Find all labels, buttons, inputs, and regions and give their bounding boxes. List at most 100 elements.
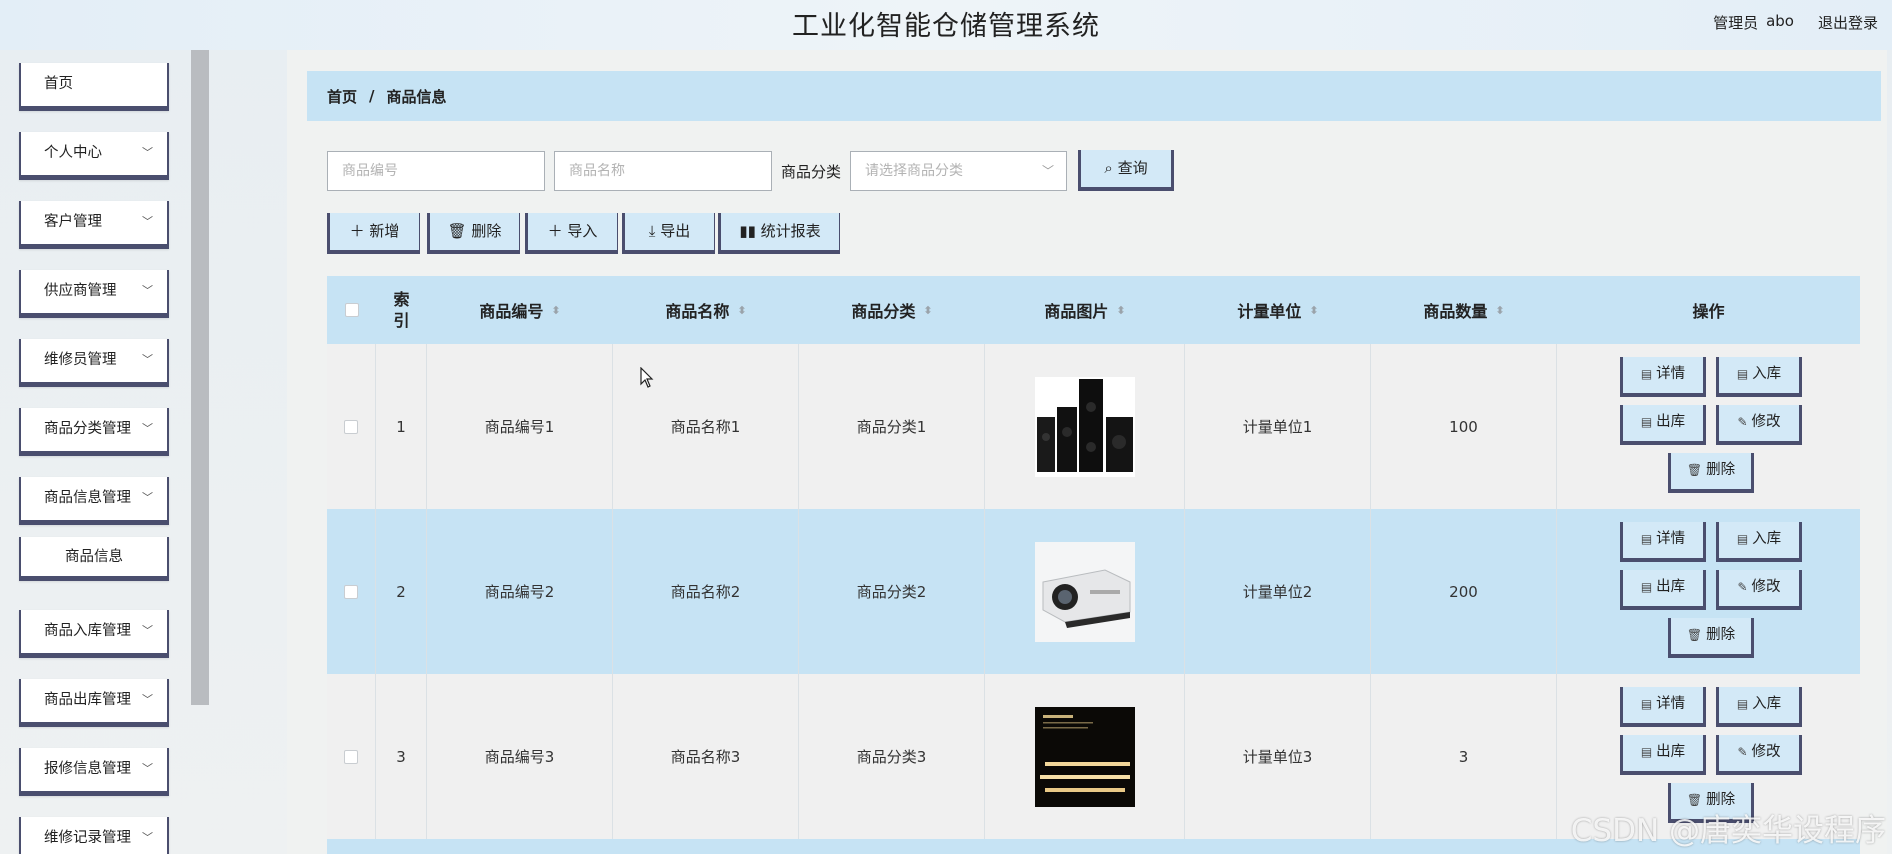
category-select[interactable]: 请选择商品分类 ﹀ bbox=[850, 151, 1067, 191]
chevron-down-icon: ﹀ bbox=[142, 693, 153, 706]
edit-button[interactable]: ✎ 修改 bbox=[1716, 405, 1802, 445]
row-select-cell bbox=[327, 674, 376, 839]
export-label: 导出 bbox=[660, 222, 691, 240]
sidebar-item-stock-in[interactable]: 商品入库管理 ﹀ bbox=[19, 610, 169, 658]
download-icon: ⤓ bbox=[648, 222, 661, 240]
delete-button[interactable]: 🗑 删除 bbox=[1668, 618, 1754, 658]
edit-label: 修改 bbox=[1751, 579, 1781, 595]
sidebar-item-personal-center[interactable]: 个人中心 ﹀ bbox=[19, 132, 169, 180]
report-button[interactable]: ▮▮ 统计报表 bbox=[718, 213, 840, 254]
row-checkbox[interactable] bbox=[344, 584, 358, 599]
sidebar-item-goods-info-mgmt[interactable]: 商品信息管理 ﹀ bbox=[19, 477, 169, 525]
sort-icon[interactable]: ⬍ bbox=[551, 304, 560, 317]
delete-label: 删除 bbox=[1706, 462, 1736, 478]
sidebar-item-repairer[interactable]: 维修员管理 ﹀ bbox=[19, 339, 169, 387]
sidebar-item-repair-record[interactable]: 维修记录管理 ﹀ bbox=[19, 817, 169, 854]
stock-in-button[interactable]: ▤ 入库 bbox=[1716, 522, 1802, 562]
import-button[interactable]: ＋ 导入 bbox=[525, 213, 618, 254]
stock-in-label: 入库 bbox=[1752, 696, 1782, 712]
logout-link[interactable]: 退出登录 bbox=[1818, 12, 1878, 33]
sidebar-item-category[interactable]: 商品分类管理 ﹀ bbox=[19, 408, 169, 456]
sidebar-item-customer[interactable]: 客户管理 ﹀ bbox=[19, 201, 169, 249]
sidebar-subitem-goods-info[interactable]: 商品信息 bbox=[19, 537, 169, 581]
sort-icon[interactable]: ⬍ bbox=[1309, 304, 1318, 317]
delete-button[interactable]: 🗑 删除 bbox=[1668, 453, 1754, 493]
pencil-icon: ✎ bbox=[1737, 745, 1748, 759]
select-all-checkbox[interactable] bbox=[344, 303, 359, 317]
select-all-cell bbox=[327, 276, 376, 344]
chevron-down-icon: ﹀ bbox=[142, 284, 153, 297]
sidebar-item-label: 商品分类管理 bbox=[44, 421, 131, 437]
header-unit[interactable]: 计量单位 ⬍ bbox=[1185, 276, 1371, 344]
sidebar-item-repair-info[interactable]: 报修信息管理 ﹀ bbox=[19, 748, 169, 796]
chevron-down-icon: ﹀ bbox=[142, 146, 153, 159]
sidebar-item-label: 商品信息 bbox=[65, 549, 123, 565]
sidebar-item-home[interactable]: 首页 bbox=[19, 63, 169, 111]
goods-name-input[interactable]: 商品名称 bbox=[554, 151, 772, 191]
detail-label: 详情 bbox=[1656, 696, 1686, 712]
document-icon: ▤ bbox=[1640, 697, 1653, 711]
category-cell: 商品分类2 bbox=[799, 509, 985, 674]
stock-in-button[interactable]: ▤ 入库 bbox=[1716, 357, 1802, 397]
sort-icon[interactable]: ⬍ bbox=[923, 304, 932, 317]
stock-out-label: 出库 bbox=[1656, 414, 1686, 430]
stock-out-button[interactable]: ▤ 出库 bbox=[1620, 735, 1706, 775]
sidebar-item-label: 客户管理 bbox=[44, 214, 102, 230]
detail-button[interactable]: ▤ 详情 bbox=[1620, 357, 1706, 397]
document-icon: ▤ bbox=[1640, 745, 1653, 759]
edit-button[interactable]: ✎ 修改 bbox=[1716, 570, 1802, 610]
header-index: 索引 bbox=[376, 276, 427, 344]
export-button[interactable]: ⤓ 导出 bbox=[622, 213, 715, 254]
user-area: 管理员 abo 退出登录 bbox=[1713, 12, 1878, 33]
edit-button[interactable]: ✎ 修改 bbox=[1716, 735, 1802, 775]
stock-out-label: 出库 bbox=[1656, 744, 1686, 760]
index-cell: 3 bbox=[376, 674, 427, 839]
breadcrumb-home[interactable]: 首页 bbox=[327, 86, 357, 107]
unit-cell: 计量单位2 bbox=[1185, 509, 1371, 674]
detail-button[interactable]: ▤ 详情 bbox=[1620, 687, 1706, 727]
chevron-down-icon: ﹀ bbox=[142, 831, 153, 844]
sort-icon[interactable]: ⬍ bbox=[1116, 304, 1125, 317]
index-cell: 2 bbox=[376, 509, 427, 674]
header-actions: 操作 bbox=[1557, 276, 1860, 344]
stock-in-button[interactable]: ▤ 入库 bbox=[1716, 687, 1802, 727]
stock-in-label: 入库 bbox=[1752, 531, 1782, 547]
add-button[interactable]: ＋ 新增 bbox=[327, 213, 420, 254]
search-icon: ⌕ bbox=[1104, 159, 1118, 177]
image-cell bbox=[985, 344, 1185, 509]
image-cell bbox=[985, 674, 1185, 839]
document-icon: ▤ bbox=[1640, 367, 1653, 381]
user-name: abo bbox=[1766, 12, 1794, 30]
row-checkbox[interactable] bbox=[344, 749, 358, 764]
breadcrumb: 首页 / 商品信息 bbox=[307, 71, 1881, 121]
header-image[interactable]: 商品图片 ⬍ bbox=[985, 276, 1185, 344]
row-actions: ▤ 详情 ▤ 入库 ▤ 出库 ✎ 修改 🗑 删除 bbox=[1557, 344, 1860, 509]
edit-label: 修改 bbox=[1751, 744, 1781, 760]
document-icon: ▤ bbox=[1736, 367, 1749, 381]
row-checkbox[interactable] bbox=[344, 419, 358, 434]
light-bars-image[interactable] bbox=[1034, 706, 1135, 807]
chevron-down-icon: ﹀ bbox=[142, 624, 153, 637]
header-qty[interactable]: 商品数量 ⬍ bbox=[1371, 276, 1557, 344]
header-label: 商品名称 bbox=[665, 302, 730, 321]
goods-code-input[interactable]: 商品编号 bbox=[327, 151, 545, 191]
header-code[interactable]: 商品编号 ⬍ bbox=[427, 276, 613, 344]
sidebar-item-supplier[interactable]: 供应商管理 ﹀ bbox=[19, 270, 169, 318]
detail-button[interactable]: ▤ 详情 bbox=[1620, 522, 1706, 562]
header-name[interactable]: 商品名称 ⬍ bbox=[613, 276, 799, 344]
detail-label: 详情 bbox=[1656, 366, 1686, 382]
sidebar-item-stock-out[interactable]: 商品出库管理 ﹀ bbox=[19, 679, 169, 727]
projector-image[interactable] bbox=[1034, 541, 1135, 642]
header-category[interactable]: 商品分类 ⬍ bbox=[799, 276, 985, 344]
sort-icon[interactable]: ⬍ bbox=[737, 304, 746, 317]
batch-delete-button[interactable]: 🗑 删除 bbox=[427, 213, 520, 254]
query-button[interactable]: ⌕ 查询 bbox=[1078, 150, 1174, 191]
speakers-image[interactable] bbox=[1034, 376, 1135, 477]
stock-out-button[interactable]: ▤ 出库 bbox=[1620, 570, 1706, 610]
sort-icon[interactable]: ⬍ bbox=[1495, 304, 1504, 317]
header-label: 索引 bbox=[393, 290, 410, 330]
stock-out-button[interactable]: ▤ 出库 bbox=[1620, 405, 1706, 445]
sidebar-scrollbar[interactable] bbox=[191, 50, 209, 705]
mouse-cursor-icon bbox=[640, 367, 654, 388]
code-cell: 商品编号1 bbox=[427, 344, 613, 509]
